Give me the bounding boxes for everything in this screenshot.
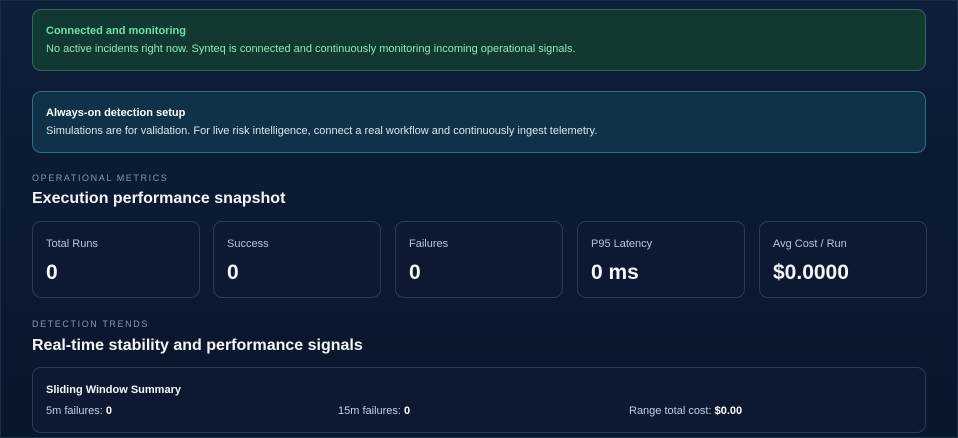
metrics-section-title: Execution performance snapshot — [32, 190, 286, 207]
trends-section-title: Real-time stability and performance sign… — [32, 337, 363, 354]
sliding-window-summary: Sliding Window Summary 5m failures: 0 15… — [32, 367, 926, 433]
setup-banner-title: Always-on detection setup — [46, 107, 186, 119]
metric-value: 0 — [227, 261, 239, 284]
metric-card-success: Success 0 — [213, 221, 381, 298]
summary-title: Sliding Window Summary — [46, 384, 181, 396]
summary-range-total-cost: Range total cost: $0.00 — [629, 404, 742, 418]
metric-label: P95 Latency — [591, 238, 653, 250]
metrics-eyebrow: OPERATIONAL METRICS — [32, 173, 169, 183]
metric-label: Failures — [409, 238, 449, 250]
dashboard-panel: Connected and monitoring No active incid… — [0, 0, 958, 438]
summary-label: Range total cost: — [629, 405, 712, 417]
metric-card-avg-cost: Avg Cost / Run $0.0000 — [759, 221, 927, 298]
metric-label: Avg Cost / Run — [773, 238, 847, 250]
metric-value: 0 — [46, 261, 58, 284]
trends-eyebrow: DETECTION TRENDS — [32, 319, 149, 329]
summary-5m-failures: 5m failures: 0 — [46, 404, 112, 418]
setup-banner-text: Simulations are for validation. For live… — [46, 125, 598, 137]
summary-value: $0.00 — [714, 405, 743, 417]
summary-value: 0 — [404, 405, 411, 417]
status-banner: Connected and monitoring No active incid… — [32, 9, 926, 71]
status-banner-text: No active incidents right now. Synteq is… — [46, 43, 576, 55]
summary-15m-failures: 15m failures: 0 — [338, 404, 410, 418]
summary-label: 5m failures: — [46, 405, 103, 417]
status-banner-title: Connected and monitoring — [46, 25, 186, 37]
metric-label: Total Runs — [46, 238, 98, 250]
metric-card-failures: Failures 0 — [395, 221, 563, 298]
summary-label: 15m failures: — [338, 405, 401, 417]
summary-value: 0 — [105, 405, 113, 417]
metric-value: $0.0000 — [773, 261, 849, 284]
metric-label: Success — [227, 238, 269, 250]
setup-banner: Always-on detection setup Simulations ar… — [32, 91, 926, 153]
metric-value: 0 — [409, 261, 421, 284]
metric-card-total-runs: Total Runs 0 — [32, 221, 200, 298]
metric-card-p95-latency: P95 Latency 0 ms — [577, 221, 745, 298]
metric-value: 0 ms — [591, 261, 639, 284]
